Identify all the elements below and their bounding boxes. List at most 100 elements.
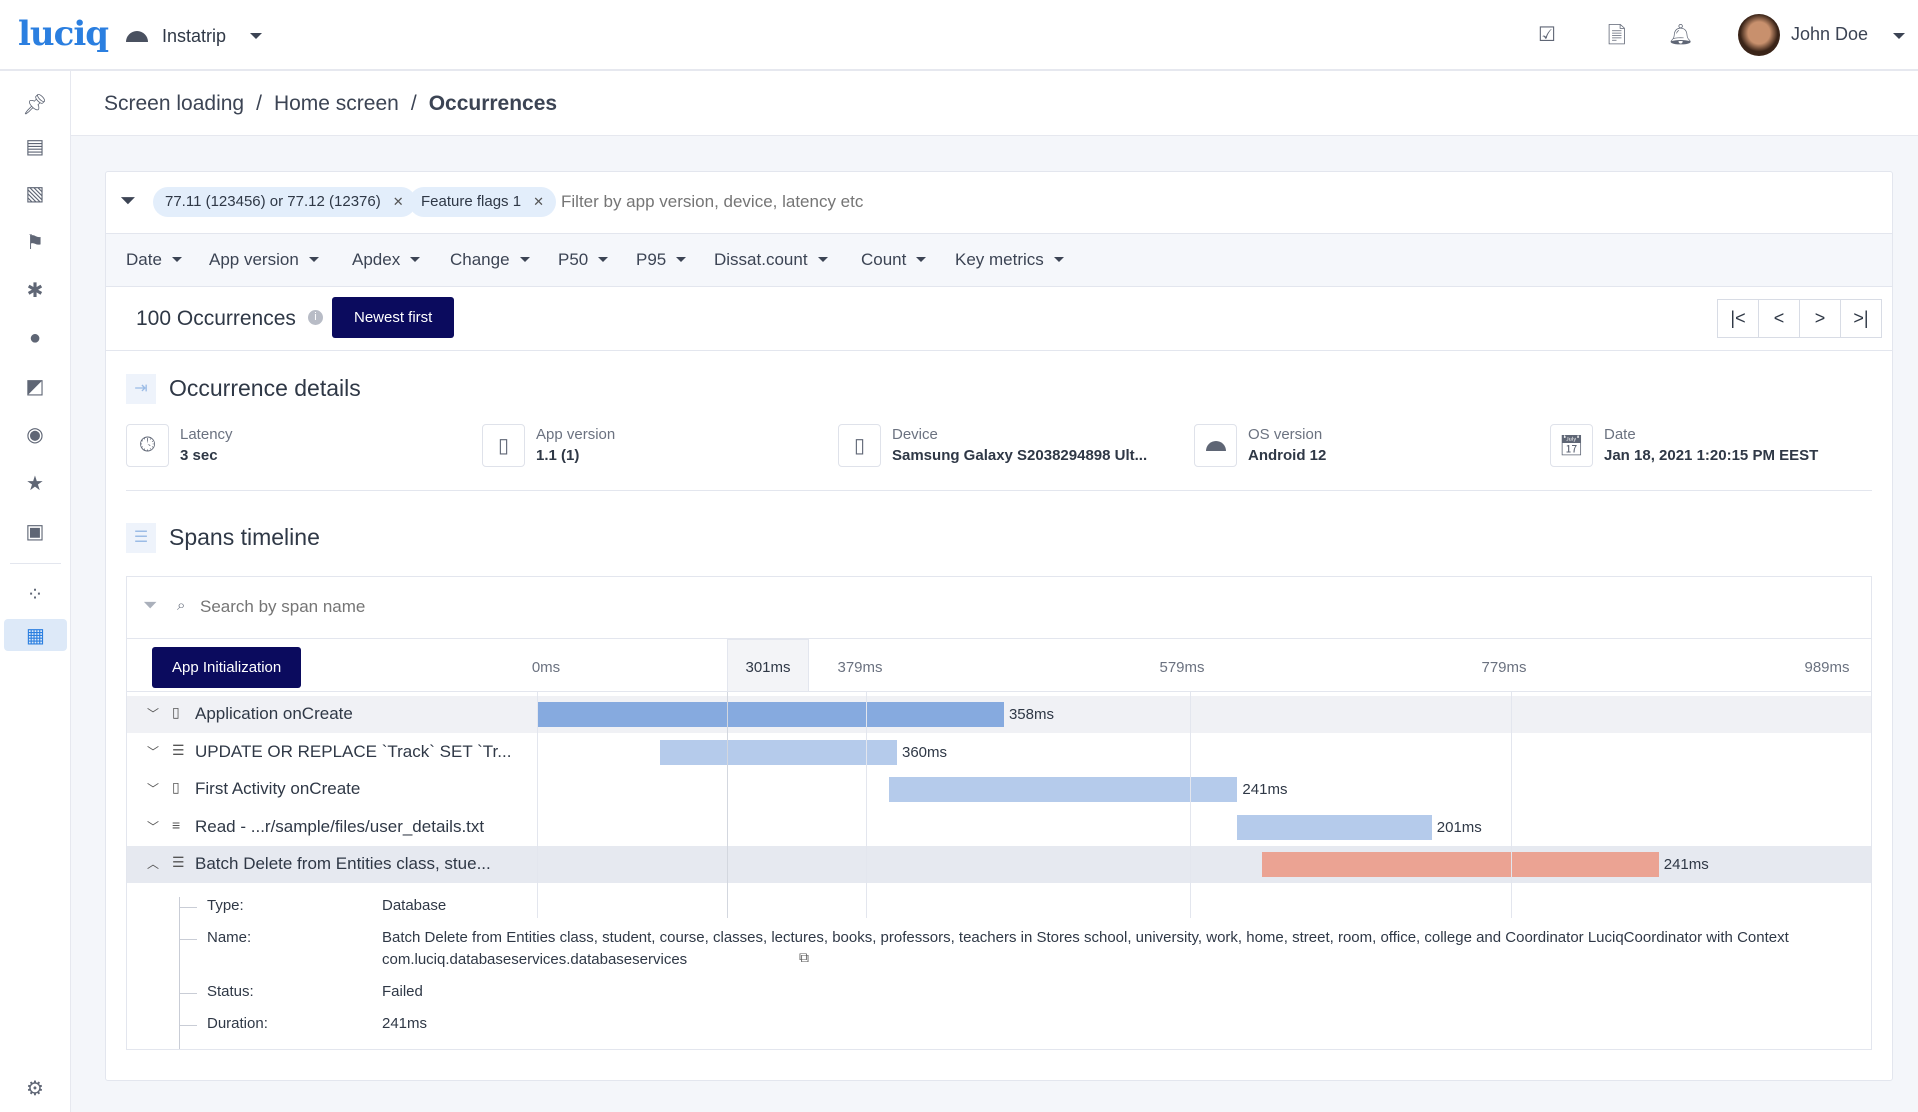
dropdown-change[interactable]: Change	[450, 250, 530, 270]
pin-icon[interactable]: 📌︎	[22, 91, 48, 117]
chevron-down-icon[interactable]: ﹀	[147, 818, 159, 835]
detail-value: Database	[382, 897, 447, 914]
sidebar: 📌︎ ▤ ▧ ⚑ ✱ ● ◩ ◉ ★ ▣ ⁘ ▦ ⚙	[0, 71, 71, 1112]
next-page-button[interactable]: >	[1799, 299, 1841, 338]
tree-line	[179, 897, 180, 1049]
search-icon: ⌕	[177, 597, 186, 614]
flag-icon[interactable]: ⚑	[22, 229, 48, 255]
meta-value: 3 sec	[180, 447, 218, 464]
span-duration-label: 241ms	[1242, 781, 1288, 798]
filter-input[interactable]	[561, 187, 1461, 217]
timeline-gridline	[1511, 692, 1512, 918]
meta-value: 1.1 (1)	[536, 447, 580, 464]
avatar[interactable]	[1738, 14, 1780, 56]
grid-icon[interactable]: ⁘	[22, 581, 48, 607]
info-icon[interactable]: i	[308, 310, 323, 325]
close-icon[interactable]: ✕	[393, 194, 404, 209]
chevron-down-icon	[250, 33, 263, 39]
breadcrumb-separator: /	[410, 92, 417, 115]
checklist-icon[interactable]: ☑	[1538, 22, 1556, 47]
span-bar[interactable]	[537, 702, 1004, 727]
meta-value: Samsung Galaxy S2038294898 Ult...	[892, 447, 1148, 464]
dropdown-key-metrics[interactable]: Key metrics	[955, 250, 1064, 270]
span-name: Read - ...r/sample/files/user_details.tx…	[195, 816, 485, 836]
span-row[interactable]: ﹀ ☰ UPDATE OR REPLACE `Track` SET `Tr... 36…	[127, 734, 1871, 771]
span-search-input[interactable]	[200, 593, 800, 621]
span-detail: Type: Database Name: Batch Delete from Enti…	[127, 897, 1871, 1049]
breadcrumb-home-screen[interactable]: Home screen	[274, 92, 399, 116]
survey-icon[interactable]: ▣	[22, 518, 48, 544]
occurrence-details-icon: ⇥	[126, 374, 156, 404]
span-row[interactable]: ﹀ ▯ Application onCreate 358ms	[127, 696, 1871, 733]
bug-icon[interactable]: ✱	[22, 277, 48, 303]
chevron-down-icon[interactable]: ﹀	[147, 743, 159, 760]
tree-branch	[179, 939, 197, 940]
logo[interactable]: luciq	[18, 14, 109, 54]
close-icon[interactable]: ✕	[533, 194, 544, 209]
spans-timeline-icon: ☰	[126, 523, 156, 553]
user-menu-chevron-icon[interactable]	[1893, 33, 1905, 39]
first-page-button[interactable]: |<	[1717, 299, 1759, 338]
chevron-down-icon[interactable]: ﹀	[147, 780, 159, 797]
bell-icon[interactable]: 🔔︎	[1668, 22, 1693, 47]
chevron-down-icon[interactable]: ﹀	[147, 705, 159, 722]
file-icon: ≡	[172, 816, 181, 833]
chevron-up-icon[interactable]: ︿	[147, 855, 159, 872]
chip-label: Feature flags 1	[421, 193, 522, 210]
dropdown-p50[interactable]: P50	[558, 250, 608, 270]
chip-label: 77.11 (123456) or 77.12 (12376)	[165, 193, 381, 210]
user-name[interactable]: John Doe	[1791, 24, 1868, 45]
filter-chip[interactable]: 77.11 (123456) or 77.12 (12376) ✕	[153, 187, 416, 217]
span-duration-label: 201ms	[1436, 818, 1482, 836]
dropdown-apdex[interactable]: Apdex	[352, 250, 420, 270]
filter-icon[interactable]: ⏷	[120, 190, 136, 213]
span-row[interactable]: ﹀ ▯ First Activity onCreate 241ms	[127, 771, 1871, 808]
filter-icon[interactable]: ⏷	[143, 595, 157, 616]
signal-icon[interactable]: ◉	[22, 421, 48, 447]
sort-tooltip[interactable]: Newest first	[332, 297, 455, 338]
app-selector[interactable]: Instatrip	[126, 22, 263, 50]
previous-page-button[interactable]: <	[1758, 299, 1800, 338]
span-row[interactable]: ︿ ☰ Batch Delete from Entities class, stue…	[127, 846, 1871, 883]
dropdown-count[interactable]: Count	[861, 250, 926, 270]
span-bar[interactable]	[889, 777, 1238, 802]
meta-label: OS version	[1248, 426, 1323, 443]
breadcrumb-current: Occurrences	[428, 92, 558, 115]
android-icon	[1194, 424, 1237, 467]
breadcrumb-screen-loading[interactable]: Screen loading	[104, 92, 244, 116]
detail-value: 241ms	[382, 1015, 428, 1032]
dropdown-date[interactable]: Date	[126, 250, 182, 270]
dropdown-app-version[interactable]: App version	[209, 250, 319, 270]
occurrence-details-title: Occurrence details	[169, 375, 361, 401]
dropdown-p95[interactable]: P95	[636, 250, 686, 270]
detail-label: Type:	[207, 897, 244, 914]
pulse-icon[interactable]: ▤	[22, 133, 48, 159]
span-row[interactable]: ﹀ ≡ Read - ...r/sample/files/user_details.…	[127, 809, 1871, 846]
spans-panel: ⏷ ⌕ 0ms 301ms 379ms 579ms 779ms 989ms ﹀ ▯…	[126, 576, 1872, 1050]
report-icon[interactable]: ▧	[22, 180, 48, 206]
copy-icon[interactable]: ⧉	[799, 949, 809, 966]
span-bar[interactable]	[1262, 852, 1659, 877]
document-icon[interactable]: 📄︎	[1604, 22, 1629, 47]
span-bar[interactable]	[1237, 814, 1432, 840]
last-page-button[interactable]: >|	[1840, 299, 1882, 338]
span-tooltip: App Initialization	[152, 647, 302, 688]
span-duration-label: 358ms	[1008, 706, 1054, 723]
timeline-axis: 0ms 301ms 379ms 579ms 779ms 989ms	[127, 639, 1871, 692]
span-bar[interactable]	[659, 739, 897, 765]
alert-icon[interactable]: ●	[22, 325, 48, 351]
sidebar-divider	[10, 563, 61, 564]
star-icon[interactable]: ★	[22, 470, 48, 496]
gear-icon[interactable]: ⚙	[22, 1075, 48, 1101]
detail-value: Failed	[382, 983, 423, 1000]
screen-loading-icon[interactable]: ▦	[4, 619, 67, 651]
tick-label: 779ms	[1481, 659, 1527, 676]
meta-value: Jan 18, 2021 1:20:15 PM EEST	[1604, 447, 1819, 464]
dropdown-dissat-count[interactable]: Dissat.count	[714, 250, 828, 270]
database-icon: ☰	[172, 854, 185, 870]
span-name: First Activity onCreate	[195, 779, 361, 798]
tick-label: 379ms	[837, 659, 883, 676]
filter-chip[interactable]: Feature flags 1 ✕	[409, 187, 556, 217]
rocket-icon[interactable]: ◩	[22, 373, 48, 399]
detail-label: Name:	[207, 929, 252, 946]
